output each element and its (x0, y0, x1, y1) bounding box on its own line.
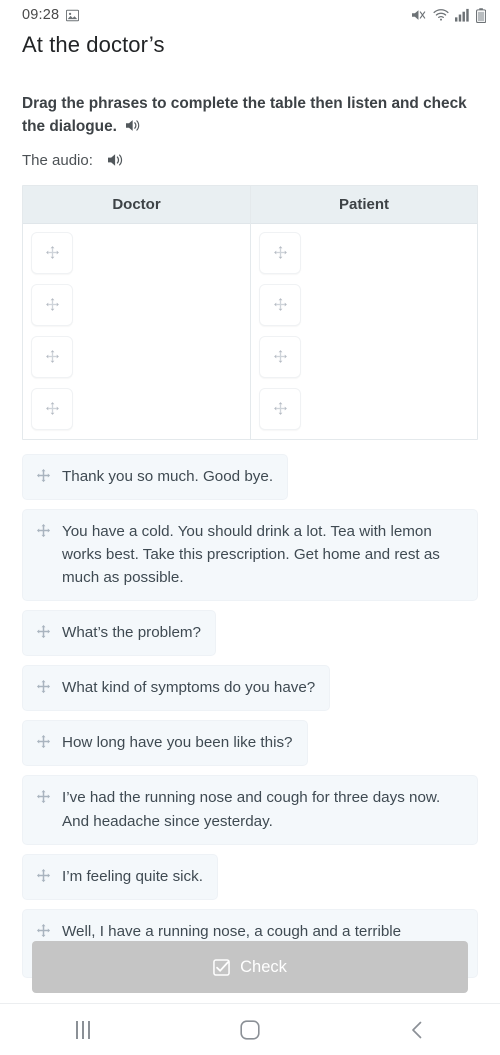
dropzone-list-doctor (23, 224, 250, 439)
dropzone[interactable] (259, 231, 301, 274)
page-title: At the doctor’s (22, 32, 165, 57)
phrase-text: How long have you been like this? (62, 734, 293, 752)
phrase-chip[interactable]: You have a cold. You should drink a lot.… (22, 508, 478, 602)
dropzone[interactable] (31, 283, 73, 326)
check-button-container: Check (0, 941, 500, 993)
android-nav-bar (0, 1003, 500, 1055)
instructions-block: Drag the phrases to complete the table t… (22, 92, 478, 139)
move-icon (36, 624, 51, 639)
status-bar-right (411, 7, 486, 23)
dropzone[interactable] (259, 387, 301, 430)
home-icon[interactable] (205, 1004, 295, 1055)
column-header-doctor: Doctor (23, 185, 250, 224)
phrase-text: What kind of symptoms do you have? (62, 679, 316, 697)
image-icon (66, 9, 80, 22)
move-icon (45, 401, 60, 416)
check-button[interactable]: Check (32, 941, 468, 993)
phrase-list: Thank you so much. Good bye. You have a … (22, 453, 478, 978)
move-icon (36, 789, 51, 804)
phrase-chip[interactable]: How long have you been like this? (22, 720, 308, 767)
move-icon (45, 245, 60, 260)
mute-icon (411, 8, 427, 22)
phrase-text: You have a cold. You should drink a lot.… (62, 522, 440, 587)
status-time: 09:28 (22, 7, 60, 23)
column-header-patient: Patient (251, 185, 477, 224)
move-icon (273, 349, 288, 364)
move-icon (273, 297, 288, 312)
phrase-text: I’m feeling quite sick. (62, 867, 203, 885)
move-icon (36, 868, 51, 883)
move-icon (45, 349, 60, 364)
move-icon (36, 468, 51, 483)
phrase-chip[interactable]: What kind of symptoms do you have? (22, 665, 331, 712)
dropzone-list-patient (251, 224, 477, 439)
audio-label: The audio: (22, 151, 93, 169)
phrase-text: What’s the problem? (62, 624, 202, 642)
audio-row: The audio: (22, 152, 478, 169)
dropzone[interactable] (31, 387, 73, 430)
dropzone[interactable] (31, 231, 73, 274)
dropzone[interactable] (259, 335, 301, 378)
wifi-icon (433, 8, 449, 22)
table-column-doctor: Doctor (23, 185, 250, 439)
move-icon (45, 297, 60, 312)
move-icon (36, 734, 51, 749)
move-icon (273, 245, 288, 260)
instructions-text: Drag the phrases to complete the table t… (22, 95, 467, 136)
app-screen: 09:28 At the doctor’s Drag the phrases t… (0, 0, 500, 1055)
status-bar-left: 09:28 (22, 7, 80, 23)
check-button-label: Check (240, 957, 287, 976)
phrase-chip[interactable]: I’ve had the running nose and cough for … (22, 775, 478, 845)
back-icon[interactable] (372, 1004, 462, 1055)
status-bar: 09:28 (0, 0, 500, 30)
move-icon (273, 401, 288, 416)
move-icon (36, 923, 51, 938)
dialogue-table: Doctor Patient (22, 184, 478, 440)
phrase-text: Thank you so much. Good bye. (62, 467, 274, 485)
phrase-chip[interactable]: Thank you so much. Good bye. (22, 453, 289, 500)
phrase-chip[interactable]: What’s the problem? (22, 610, 217, 657)
speaker-icon[interactable] (107, 152, 125, 168)
dropzone[interactable] (259, 283, 301, 326)
checkbox-checked-icon (213, 958, 230, 976)
battery-icon (476, 7, 486, 23)
phrase-text: I’ve had the running nose and cough for … (62, 789, 441, 830)
move-icon (36, 523, 51, 538)
recents-icon[interactable] (38, 1004, 128, 1055)
signal-icon (455, 8, 470, 22)
speaker-icon[interactable] (125, 118, 142, 133)
phrase-chip[interactable]: I’m feeling quite sick. (22, 853, 218, 900)
dropzone[interactable] (31, 335, 73, 378)
move-icon (36, 679, 51, 694)
table-column-patient: Patient (250, 185, 477, 439)
